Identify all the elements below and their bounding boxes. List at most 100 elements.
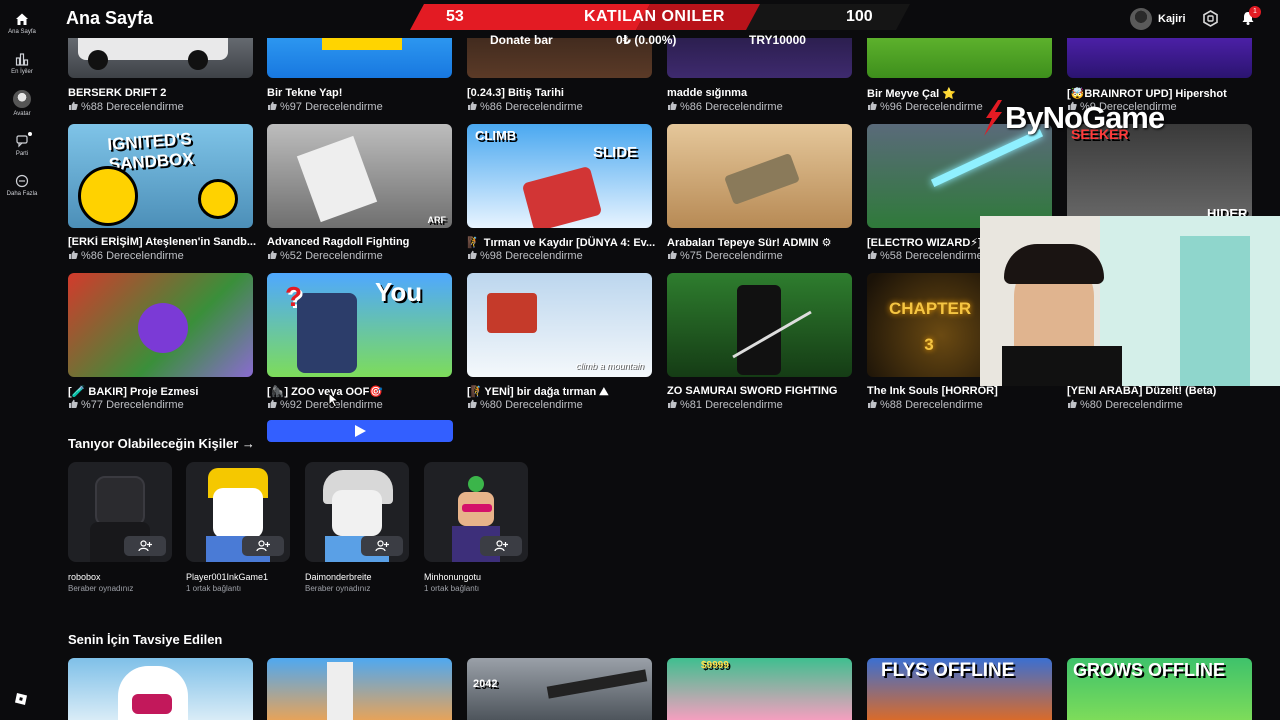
game-title[interactable]: [🦍] ZOO veya OOF🎯 [267, 385, 457, 398]
game-tile[interactable]: [🧪 BAKIR] Proje Ezmesi %77 Derecelendirm… [68, 273, 253, 411]
nav-avatar[interactable]: Avatar [0, 90, 44, 117]
nav-charts[interactable]: En İyiler [0, 52, 44, 75]
game-tile[interactable]: CLIMB SLIDE 🧗 Tırman ve Kaydır [DÜNYA 4:… [467, 124, 655, 262]
app-root: Ana Sayfa En İyiler Avatar Parti Daha Fa… [0, 0, 1280, 720]
play-button[interactable] [267, 420, 453, 442]
recommended-tile[interactable] [68, 658, 253, 720]
friend-card[interactable]: robobox Beraber oynadınız [68, 462, 172, 593]
friend-status: Beraber oynadınız [305, 584, 371, 593]
game-title[interactable]: madde sığınma [667, 87, 857, 99]
game-thumbnail[interactable] [68, 273, 253, 377]
game-thumbnail[interactable]: CLIMB SLIDE [467, 124, 652, 228]
game-tile[interactable]: You ? [🦍] ZOO veya OOF🎯 %92 Derecelendir… [267, 273, 452, 411]
friend-card[interactable]: Minhonungotu 1 ortak bağlantı [424, 462, 528, 593]
game-thumbnail[interactable]: FLYS OFFLINE [867, 658, 1052, 720]
thumbnail-art-text: ARF [427, 215, 447, 225]
friend-name[interactable]: Daimonderbreite [305, 572, 372, 582]
friend-name[interactable]: Minhonungotu [424, 572, 481, 582]
game-tile[interactable]: ARF Advanced Ragdoll Fighting %52 Derece… [267, 124, 452, 262]
friend-avatar[interactable] [186, 462, 290, 562]
game-title[interactable]: ZO SAMURAI SWORD FIGHTING [667, 385, 857, 397]
game-rating: %92 Derecelendirme [267, 399, 457, 411]
thumbs-up-icon [868, 250, 877, 259]
game-rating-text: %58 Derecelendirme [880, 250, 983, 262]
game-title[interactable]: [ERKİ ERİŞİM] Ateşlenen'in Sandb... [68, 236, 258, 248]
thumbs-up-icon [668, 399, 677, 408]
friend-avatar[interactable] [424, 462, 528, 562]
game-title[interactable]: The Ink Souls [HORROR] [867, 385, 1057, 397]
friend-status: 1 ortak bağlantı [186, 584, 242, 593]
game-thumbnail[interactable]: $9999 [667, 658, 852, 720]
thumbs-up-icon [868, 101, 877, 110]
game-rating: %80 Derecelendirme [1067, 399, 1257, 411]
game-thumbnail[interactable] [68, 658, 253, 720]
game-thumbnail[interactable]: GROWS OFFLINE [1067, 658, 1252, 720]
thumbs-up-icon [69, 399, 78, 408]
recommended-tile[interactable]: 2042 [467, 658, 652, 720]
thumbnail-art-text: FLYS OFFLINE [881, 660, 1015, 681]
friend-avatar[interactable] [305, 462, 409, 562]
thumbs-up-icon [668, 250, 677, 259]
thumbnail-art-text: SLIDE [593, 144, 638, 161]
game-thumbnail[interactable]: ARF [267, 124, 452, 228]
game-thumbnail[interactable]: You ? [267, 273, 452, 377]
user-avatar[interactable] [1130, 8, 1152, 30]
friend-name[interactable]: Player001InkGame1 [186, 572, 268, 582]
game-tile[interactable]: IGNITED'S SANDBOX [ERKİ ERİŞİM] Ateşlene… [68, 124, 256, 262]
add-friend-button[interactable] [361, 536, 403, 556]
game-title[interactable]: Arabaları Tepeye Sür! ADMIN ⚙ [667, 236, 857, 249]
add-friend-button[interactable] [480, 536, 522, 556]
game-tile[interactable]: climb a mountain [🧗YENİ] bir dağa tırman… [467, 273, 652, 411]
stream-logo: ByNoGame [978, 96, 1188, 142]
thumbs-up-icon [1068, 399, 1077, 408]
banner-title: KATILAN ONILER [584, 8, 725, 25]
party-icon [16, 135, 28, 148]
game-thumbnail[interactable]: climb a mountain [467, 273, 652, 377]
friends-section-title[interactable]: Tanıyor Olabileceğin Kişiler → [68, 436, 255, 451]
game-thumbnail[interactable] [267, 658, 452, 720]
friend-card[interactable]: Player001InkGame1 1 ortak bağlantı [186, 462, 290, 593]
thumbnail-art-text: 2042 [473, 678, 498, 690]
nav-party[interactable]: Parti [0, 132, 44, 157]
game-thumbnail[interactable]: 2042 [467, 658, 652, 720]
friend-name[interactable]: robobox [68, 572, 101, 582]
left-nav: Ana Sayfa En İyiler Avatar Parti Daha Fa… [0, 0, 44, 720]
nav-home[interactable]: Ana Sayfa [0, 12, 44, 35]
game-tile[interactable]: ZO SAMURAI SWORD FIGHTING %81 Derecelend… [667, 273, 852, 411]
thumbs-up-icon [268, 250, 277, 259]
mouse-cursor-icon [328, 392, 340, 408]
game-thumbnail[interactable]: IGNITED'S SANDBOX [68, 124, 253, 228]
friend-card[interactable]: Daimonderbreite Beraber oynadınız [305, 462, 409, 593]
recommended-tile[interactable]: GROWS OFFLINE [1067, 658, 1252, 720]
user-name[interactable]: Kajiri [1158, 13, 1186, 25]
donate-label: Donate bar [490, 33, 553, 47]
game-title[interactable]: BERSERK DRIFT 2 [68, 87, 258, 99]
add-friend-button[interactable] [124, 536, 166, 556]
game-tile[interactable]: Arabaları Tepeye Sür! ADMIN ⚙ %75 Derece… [667, 124, 852, 262]
robux-icon[interactable] [1202, 10, 1219, 27]
game-thumbnail[interactable] [667, 124, 852, 228]
thumbs-up-icon [69, 250, 78, 259]
game-title[interactable]: [🧪 BAKIR] Proje Ezmesi [68, 385, 258, 398]
nav-more[interactable]: Daha Fazla [0, 174, 44, 197]
game-title[interactable]: Advanced Ragdoll Fighting [267, 236, 457, 248]
recommended-tile[interactable]: $9999 [667, 658, 852, 720]
roblox-logo-icon[interactable] [14, 692, 28, 706]
recommended-tile[interactable] [267, 658, 452, 720]
page-title: Ana Sayfa [66, 8, 154, 28]
user-area: Kajiri 1 [1130, 6, 1280, 32]
game-title[interactable]: [0.24.3] Bitiş Tarihi [467, 87, 657, 99]
game-rating-text: %81 Derecelendirme [680, 399, 783, 411]
game-rating: %81 Derecelendirme [667, 399, 857, 411]
game-title[interactable]: [🧗YENİ] bir dağa tırman ⛰ [467, 385, 657, 399]
play-icon [355, 425, 366, 437]
friend-avatar[interactable] [68, 462, 172, 562]
game-title[interactable]: [YENİ ARABA] Düzelt! (Beta) [1067, 385, 1257, 397]
recommended-tile[interactable]: FLYS OFFLINE [867, 658, 1052, 720]
add-friend-button[interactable] [242, 536, 284, 556]
game-title[interactable]: Bir Tekne Yap! [267, 87, 457, 99]
nav-party-label: Parti [15, 151, 29, 157]
game-rating-text: %75 Derecelendirme [680, 250, 783, 262]
game-title[interactable]: 🧗 Tırman ve Kaydır [DÜNYA 4: Ev... [467, 236, 657, 249]
game-thumbnail[interactable] [667, 273, 852, 377]
